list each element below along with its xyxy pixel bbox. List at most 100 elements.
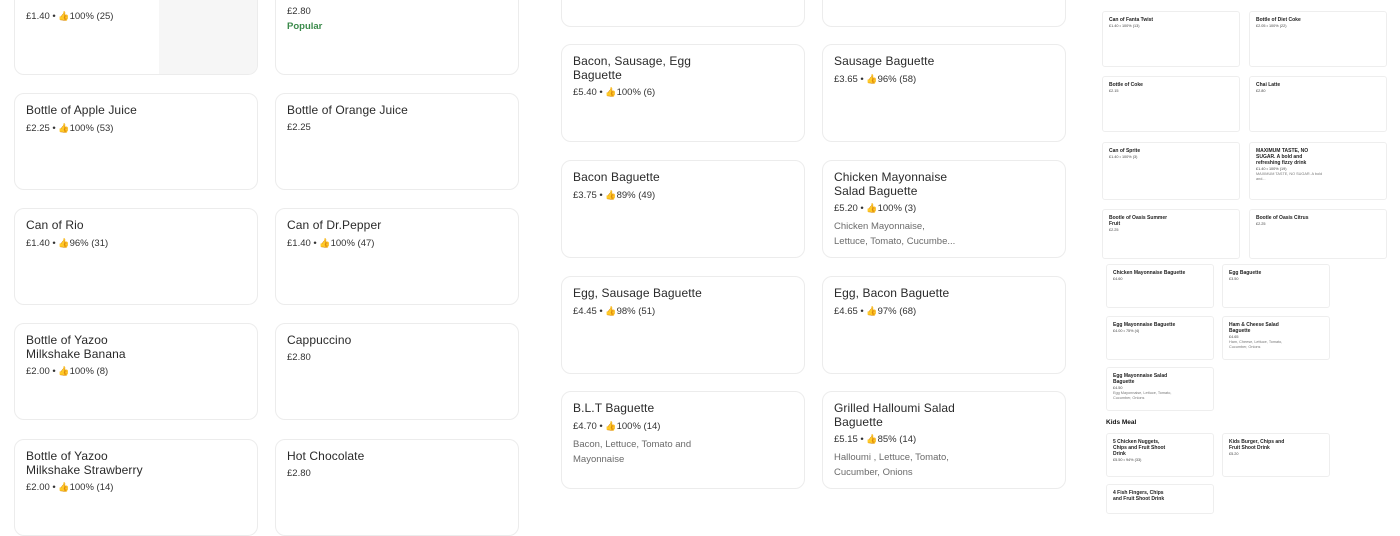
thumbs-up-icon: 👍 <box>605 305 617 316</box>
item-meta: £5.20 • 👍100% (3) <box>834 203 917 214</box>
minimap-title: MAXIMUM TASTE, NO SUGAR. A bold and refr… <box>1256 148 1309 166</box>
minimap-card[interactable]: Can of Fanta Twist £1.40 • 100% (13) <box>1102 11 1240 67</box>
minimap-card[interactable]: Bootle of Oasis Citrus £2.25 <box>1249 209 1387 259</box>
minimap-card[interactable]: 4 Fish Fingers, Chips and Fruit Shoot Dr… <box>1106 484 1214 514</box>
menu-item-card[interactable]: Bottle of Yazoo Milkshake Strawberry £2.… <box>14 439 258 536</box>
menu-item-card[interactable] <box>822 0 1066 27</box>
minimap-card[interactable]: Bootle of Oasis Summer Fruit £2.25 <box>1102 209 1240 259</box>
thumbs-up-icon: 👍 <box>58 237 70 248</box>
minimap-title: Bottle of Diet Coke <box>1256 17 1301 23</box>
item-title: Bottle of Orange Juice <box>287 103 408 117</box>
item-title: Can of Dr.Pepper <box>287 218 382 232</box>
thumbs-up-icon: 👍 <box>58 482 70 492</box>
item-meta: £2.25 • 👍100% (53) <box>26 122 114 134</box>
minimap-card[interactable]: Bottle of Coke £2.15 <box>1102 76 1240 132</box>
minimap-card[interactable]: Chai Latte £2.80 <box>1249 76 1387 132</box>
item-meta: £4.45 • 👍98% (51) <box>573 305 656 317</box>
item-meta: £2.00 • 👍100% (8) <box>26 366 109 377</box>
menu-item-card[interactable]: Bottle of Apple Juice £2.25 • 👍100% (53) <box>14 93 258 190</box>
menu-item-card[interactable]: B.L.T Baguette £4.70 • 👍100% (14) Bacon,… <box>561 391 805 489</box>
minimap-title: Chai Latte <box>1256 82 1281 88</box>
minimap-title: Can of Fanta Twist <box>1109 17 1154 23</box>
item-title: B.L.T Baguette <box>573 401 655 415</box>
minimap-desc: MAXIMUM TASTE, NO SUGAR. A bold and... <box>1256 172 1323 181</box>
item-title: Hot Chocolate <box>287 449 365 463</box>
thumbs-up-icon: 👍 <box>866 434 878 444</box>
item-title: Sausage Baguette <box>834 54 935 68</box>
item-description: Halloumi , Lettuce, Tomato, Cucumber, On… <box>834 452 949 478</box>
item-meta: £2.00 • 👍100% (14) <box>26 482 114 493</box>
minimap-desc: Ham, Cheese, Lettuce, Tomato, Cucumber, … <box>1229 340 1283 349</box>
menu-item-card[interactable]: Cappuccino £2.80 <box>275 323 519 420</box>
thumbs-up-icon: 👍 <box>58 11 70 21</box>
minimap-card[interactable]: Bottle of Diet Coke £2.05 • 100% (22) <box>1249 11 1387 67</box>
minimap-card[interactable]: 5 Chicken Nuggets, Chips and Fruit Shoot… <box>1106 433 1214 477</box>
item-price: £2.80 <box>287 467 311 479</box>
thumbs-up-icon: 👍 <box>319 237 331 248</box>
item-meta: £5.40 • 👍100% (6) <box>573 87 656 98</box>
minimap-meta: £1.40 • 100% (3) <box>1109 155 1138 159</box>
minimap-card[interactable]: Egg Mayonnaise Salad Baguette £4.50 Egg Ma… <box>1106 367 1214 411</box>
minimap-meta: £2.15 <box>1109 89 1119 93</box>
menu-item-card[interactable]: Hot Chocolate £2.80 <box>275 439 519 536</box>
minimap-card[interactable]: Can of Sprite £1.40 • 100% (3) <box>1102 142 1240 200</box>
minimap-meta: £2.25 <box>1109 228 1119 232</box>
menu-item-card[interactable]: £2.80 Popular <box>275 0 519 75</box>
menu-item-card[interactable]: £1.40 • 👍100% (25) <box>14 0 258 75</box>
menu-item-card[interactable]: Can of Dr.Pepper £1.40 • 👍100% (47) <box>275 208 519 305</box>
minimap-title: Kids Burger, Chips and Fruit Shoot Drink <box>1229 439 1285 451</box>
minimap-title: Bootle of Oasis Summer Fruit <box>1109 215 1168 227</box>
minimap-section-heading: Kids Meal <box>1106 419 1137 426</box>
item-title: Bacon Baguette <box>573 170 660 184</box>
menu-item-card[interactable]: Chicken Mayonnaise Salad Baguette £5.20 … <box>822 160 1066 258</box>
item-meta: £1.40 • 👍100% (25) <box>26 11 114 22</box>
minimap-title: 4 Fish Fingers, Chips and Fruit Shoot Dr… <box>1113 490 1165 502</box>
minimap-meta: £4.60 <box>1113 277 1123 281</box>
minimap-title: Egg Mayonnaise Salad Baguette <box>1113 373 1168 385</box>
menu-item-card[interactable]: Can of Rio £1.40 • 👍96% (31) <box>14 208 258 305</box>
item-description: Bacon, Lettuce, Tomato and Mayonnaise <box>573 438 692 465</box>
menu-item-card[interactable] <box>561 0 805 27</box>
item-price: £2.80 <box>287 351 311 363</box>
menu-item-card[interactable]: Bottle of Orange Juice £2.25 <box>275 93 519 190</box>
item-title: Grilled Halloumi Salad Baguette <box>834 401 955 429</box>
menu-item-card[interactable]: Sausage Baguette £3.65 • 👍96% (58) <box>822 44 1066 142</box>
minimap-title: 5 Chicken Nuggets, Chips and Fruit Shoot… <box>1113 439 1166 457</box>
minimap-card[interactable]: Kids Burger, Chips and Fruit Shoot Drink… <box>1222 433 1330 477</box>
item-meta: £3.75 • 👍89% (49) <box>573 189 656 201</box>
thumbs-up-icon: 👍 <box>605 189 617 200</box>
item-title: Chicken Mayonnaise Salad Baguette <box>834 170 948 198</box>
minimap-meta: £2.05 • 100% (22) <box>1256 24 1287 28</box>
menu-item-card[interactable]: Bottle of Yazoo Milkshake Banana £2.00 •… <box>14 323 258 420</box>
menu-item-card[interactable]: Grilled Halloumi Salad Baguette £5.15 • … <box>822 391 1066 489</box>
minimap-meta: £4.00 • 75% (4) <box>1113 329 1140 333</box>
menu-item-card[interactable]: Egg, Sausage Baguette £4.45 • 👍98% (51) <box>561 276 805 374</box>
popular-badge: Popular <box>287 21 323 32</box>
item-title: Bacon, Sausage, Egg Baguette <box>573 54 691 82</box>
minimap-title: Ham & Cheese Salad Baguette <box>1229 322 1279 334</box>
menu-item-card[interactable]: Bacon, Sausage, Egg Baguette £5.40 • 👍10… <box>561 44 805 142</box>
minimap-title: Egg Baguette <box>1229 270 1262 276</box>
minimap-card[interactable]: Egg Mayonnaise Baguette £4.00 • 75% (4) <box>1106 316 1214 360</box>
menu-item-card[interactable]: Egg, Bacon Baguette £4.65 • 👍97% (68) <box>822 276 1066 374</box>
thumbs-up-icon: 👍 <box>605 87 617 97</box>
minimap-card[interactable]: Ham & Cheese Salad Baguette £4.65 Ham, Che… <box>1222 316 1330 360</box>
item-meta: £1.40 • 👍100% (47) <box>287 237 375 249</box>
item-title: Can of Rio <box>26 218 84 232</box>
item-meta: £1.40 • 👍96% (31) <box>26 237 109 249</box>
menu-item-card[interactable]: Bacon Baguette £3.75 • 👍89% (49) <box>561 160 805 258</box>
minimap-card[interactable]: Egg Baguette £3.50 <box>1222 264 1330 308</box>
item-title: Bottle of Yazoo Milkshake Strawberry <box>26 449 143 477</box>
thumbs-up-icon: 👍 <box>605 420 617 431</box>
minimap-meta: £3.50 <box>1229 277 1239 281</box>
thumbs-up-icon: 👍 <box>58 122 70 133</box>
item-meta: £5.15 • 👍85% (14) <box>834 434 917 445</box>
minimap-meta: £5.50 • 94% (33) <box>1113 458 1142 462</box>
minimap-card[interactable]: Chicken Mayonnaise Baguette £4.60 <box>1106 264 1214 308</box>
item-title: Egg, Sausage Baguette <box>573 286 702 300</box>
minimap-title: Can of Sprite <box>1109 148 1141 154</box>
item-title: Cappuccino <box>287 333 352 347</box>
item-price: £2.80 <box>287 6 311 17</box>
thumbs-up-icon: 👍 <box>866 305 878 316</box>
minimap-card[interactable]: MAXIMUM TASTE, NO SUGAR. A bold and refr… <box>1249 142 1387 200</box>
